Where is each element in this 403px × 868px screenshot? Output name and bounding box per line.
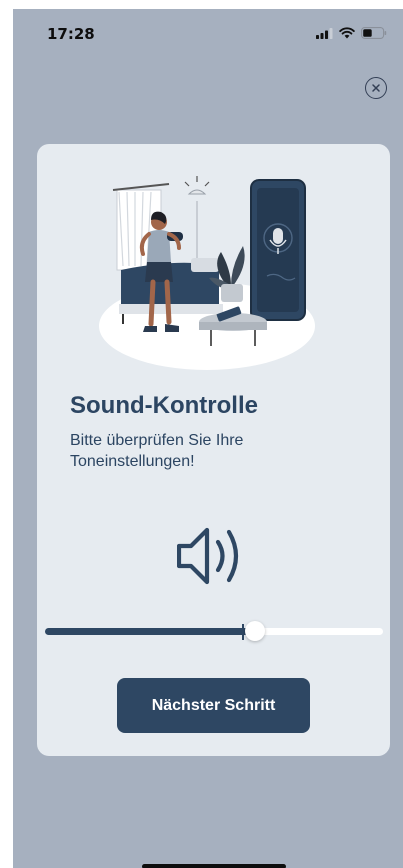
speaker-icon	[177, 527, 239, 585]
volume-tick	[242, 624, 244, 640]
volume-slider[interactable]	[45, 621, 383, 642]
close-button[interactable]	[365, 77, 387, 99]
battery-icon	[361, 27, 387, 39]
volume-slider-thumb[interactable]	[245, 621, 265, 641]
status-time: 17:28	[47, 25, 95, 43]
dialog-subtitle: Bitte überprüfen Sie Ihre Toneinstellung…	[70, 432, 244, 470]
dialog-title: Sound-Kontrolle	[70, 392, 258, 419]
sound-check-card: Sound-Kontrolle Bitte überprüfen Sie Ihr…	[37, 144, 390, 756]
signal-icon	[316, 27, 333, 39]
wifi-icon	[339, 27, 355, 39]
app-screen: 17:28 Sound-Kontrolle Bitte überprüfen S…	[13, 9, 403, 868]
close-icon	[372, 84, 380, 92]
next-step-button[interactable]: Nächster Schritt	[117, 678, 310, 733]
sound-check-illustration	[99, 176, 315, 370]
volume-track-fill	[45, 628, 255, 635]
home-indicator	[142, 864, 286, 868]
status-bar: 17:28	[13, 9, 403, 57]
status-icons	[316, 27, 387, 39]
